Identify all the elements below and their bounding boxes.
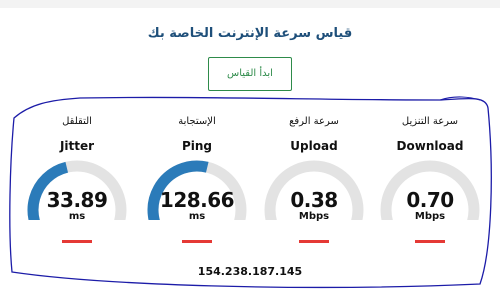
meter-label-english: Jitter [59, 139, 95, 153]
meter-unit: ms [188, 211, 206, 222]
meter-value: 33.89 [46, 188, 108, 212]
meter-label-arabic: سرعة التنزيل [401, 116, 459, 127]
meter-underline [62, 240, 92, 243]
meter-label-english: Upload [290, 139, 338, 153]
meter-value: 0.70 [406, 188, 454, 212]
meter-upload: سرعة الرفع Upload 0.38 Mbps [262, 116, 366, 256]
meter-unit: ms [68, 211, 86, 222]
meter-value: 128.66 [159, 188, 235, 212]
meter-label-arabic: الإستجابة [178, 116, 216, 127]
meter-download: سرعة التنزيل Download 0.70 Mbps [378, 116, 482, 256]
meter-value: 0.38 [290, 188, 338, 212]
meter-label-english: Download [396, 139, 464, 153]
meter-underline [415, 240, 445, 243]
meter-label-arabic: سرعة الرفع [289, 116, 339, 127]
ip-address: 154.238.187.145 [197, 265, 303, 278]
meter-underline [299, 240, 329, 243]
meter-unit: Mbps [298, 211, 330, 222]
meter-underline [182, 240, 212, 243]
meter-label-arabic: التقلقل [62, 116, 92, 127]
meter-ping: الإستجابة Ping 128.66 ms [145, 116, 249, 256]
meter-label-english: Ping [181, 139, 213, 153]
meter-unit: Mbps [414, 211, 446, 222]
meter-jitter: التقلقل Jitter 33.89 ms [25, 116, 129, 256]
